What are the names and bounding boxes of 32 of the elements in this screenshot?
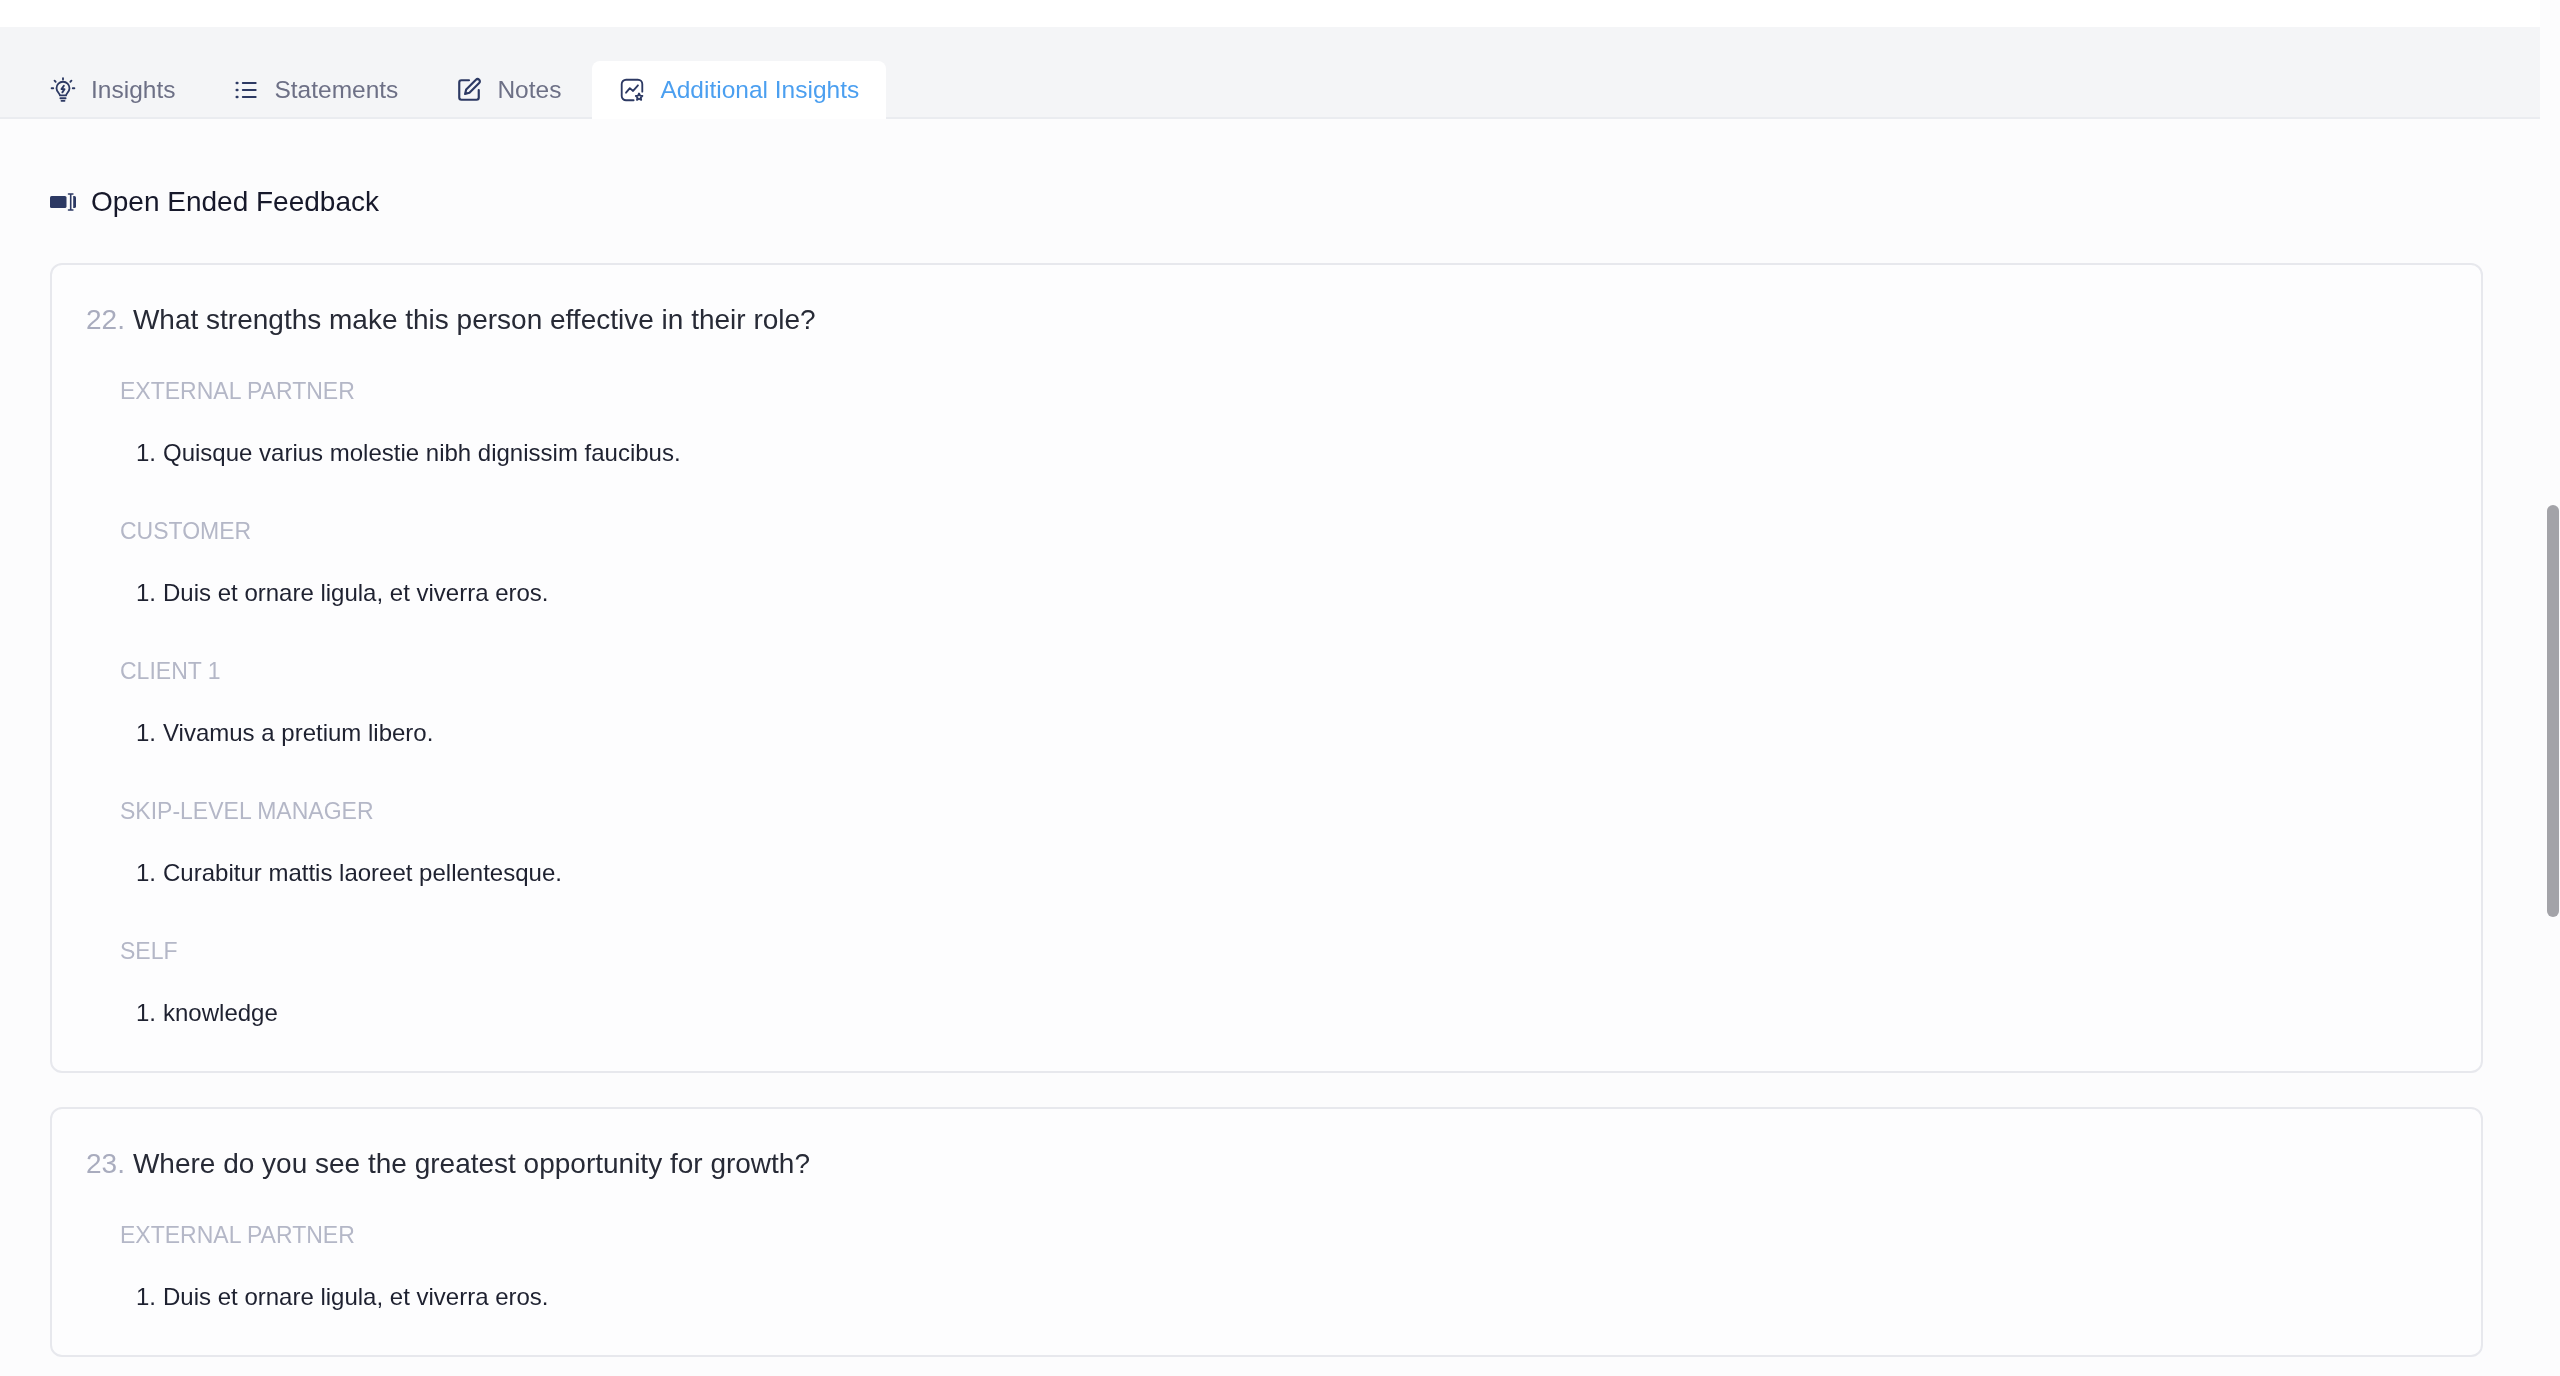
answer-number: 1. [136, 438, 156, 468]
lightbulb-icon [50, 77, 76, 103]
question-number: 23. [86, 1147, 125, 1181]
tab[interactable]: Notes [429, 61, 589, 119]
respondent-label: EXTERNAL PARTNER [120, 1221, 355, 1250]
respondent-label: SELF [120, 937, 178, 966]
respondent-label: CLIENT 1 [120, 657, 221, 686]
respondent-label: EXTERNAL PARTNER [120, 377, 355, 406]
answer-number: 1. [136, 578, 156, 608]
tab[interactable]: Statements [206, 61, 426, 119]
scrollbar-thumb[interactable] [2547, 505, 2559, 917]
answer-number: 1. [136, 858, 156, 888]
answer-number: 1. [136, 718, 156, 748]
tab[interactable]: Insights [23, 61, 203, 119]
chart-icon [619, 77, 646, 103]
tab[interactable]: Additional Insights [592, 61, 887, 119]
answer-number: 1. [136, 1282, 156, 1312]
question-text: What strengths make this person effective in their role? [132, 303, 816, 337]
answer-text: Quisque varius molestie nibh dignissim faucibus. [163, 438, 681, 468]
question-text: Where do you see the greatest opportunity for growth? [132, 1147, 810, 1181]
text-input-icon [50, 193, 76, 211]
pencil-square-icon [456, 77, 483, 103]
answer-text: Vivamus a pretium libero. [163, 718, 434, 748]
answer-text: Duis et ornare ligula, et viverra eros. [163, 578, 549, 608]
respondent-label: CUSTOMER [120, 517, 252, 546]
respondent-label: SKIP-LEVEL MANAGER [120, 797, 374, 826]
answer-text: Duis et ornare ligula, et viverra eros. [163, 1282, 549, 1312]
answer-number: 1. [136, 998, 156, 1028]
answer-text: knowledge [163, 998, 278, 1028]
answer-text: Curabitur mattis laoreet pellentesque. [163, 858, 562, 888]
question-number: 22. [86, 303, 125, 337]
section-title: Open Ended Feedback [91, 185, 379, 219]
